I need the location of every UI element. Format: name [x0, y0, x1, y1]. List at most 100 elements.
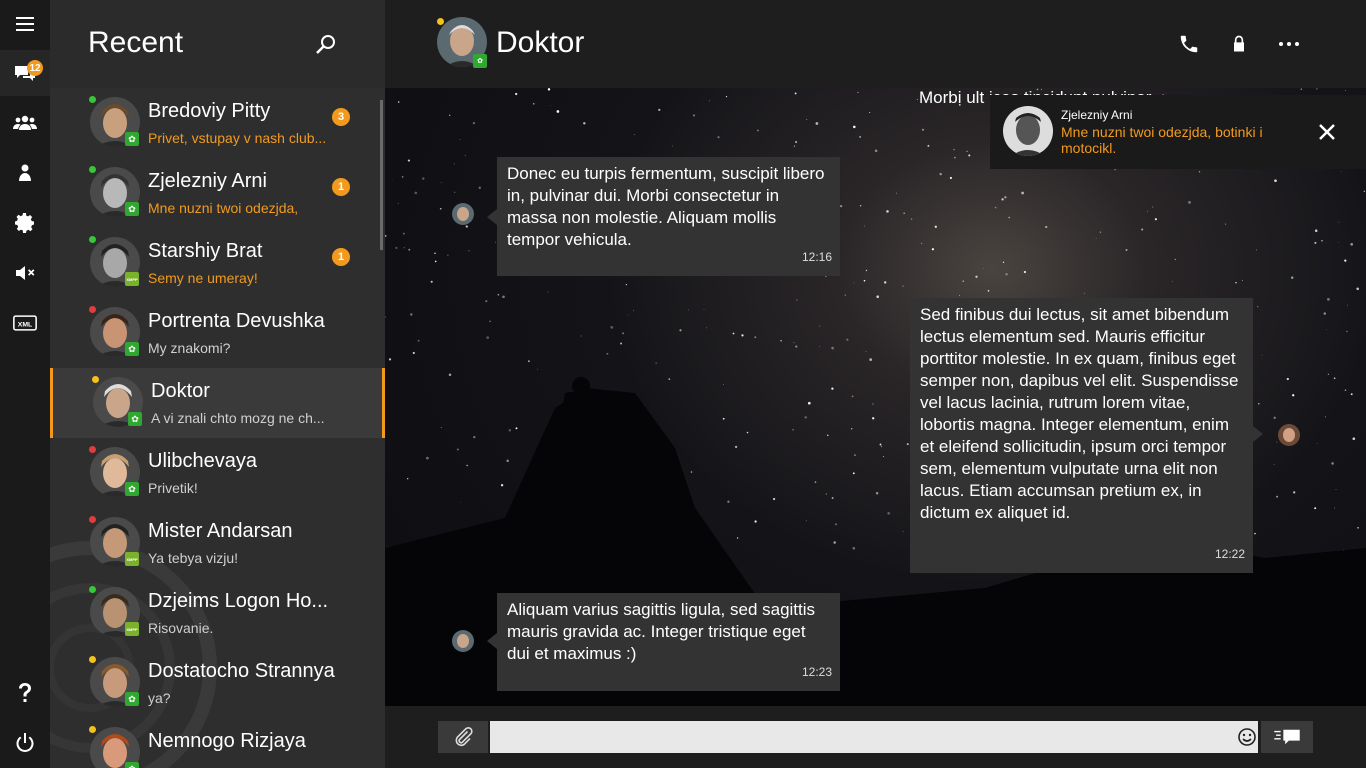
presence-status-dot — [89, 726, 96, 733]
hamburger-menu-button[interactable] — [0, 1, 50, 47]
presence-status-dot — [89, 166, 96, 173]
last-message-preview: Semy ne umeray! — [148, 270, 258, 286]
contact-row[interactable]: ✿ Bredoviy Pitty Privet, vstupay v nash cl… — [50, 88, 385, 158]
icq-flower-icon: ✿ — [125, 692, 139, 706]
send-button[interactable] — [1261, 721, 1313, 753]
message-bubble-outgoing[interactable]: Sed finibus dui lectus, sit amet bibendu… — [910, 298, 1263, 573]
message-time: 12:22 — [1214, 547, 1245, 561]
last-message-preview: Privet, vstupay v nash club... — [148, 130, 327, 146]
icq-flower-icon: ✿ — [473, 54, 487, 68]
message-time: 12:23 — [801, 665, 832, 679]
more-options-button[interactable] — [1275, 30, 1303, 58]
emoji-icon[interactable] — [1237, 727, 1257, 747]
svg-text:XML: XML — [18, 321, 32, 328]
icq-flower-icon: ✿ — [125, 482, 139, 496]
close-icon[interactable] — [1316, 121, 1338, 143]
presence-status-dot — [89, 96, 96, 103]
message-bubble-incoming[interactable]: Donec eu turpis fermentum, suscipit libe… — [487, 157, 840, 276]
chat-panel: Morbi ult ices tincidunt pulvinar. ✿ Dok… — [385, 0, 1366, 768]
chats-nav-button[interactable]: 12 — [0, 50, 50, 96]
contact-row[interactable]: ✿ Nemnogo Rizjaya — [50, 718, 385, 768]
icq-flower-icon: ✿ — [125, 132, 139, 146]
message-text: Sed finibus dui lectus, sit amet bibendu… — [920, 305, 1239, 522]
my-avatar — [1278, 424, 1300, 446]
settings-nav-button[interactable] — [0, 200, 50, 246]
presence-status-dot — [89, 586, 96, 593]
contact-row[interactable]: XMPP Starshiy Brat Semy ne umeray! 1 — [50, 228, 385, 298]
presence-status-dot — [89, 446, 96, 453]
presence-status-dot — [89, 516, 96, 523]
question-mark-icon — [19, 683, 31, 702]
last-message-preview: Risovanie. — [148, 620, 214, 636]
icq-flower-icon: ✿ — [125, 202, 139, 216]
presence-status-dot — [92, 376, 99, 383]
message-sender-avatar — [452, 630, 474, 652]
power-icon — [16, 733, 34, 753]
groups-nav-button[interactable] — [0, 100, 50, 146]
last-message-preview: A vi znali chto mozg ne ch... — [151, 410, 325, 426]
contact-row[interactable]: ✿ Doktor A vi znali chto mozg ne ch... — [50, 368, 385, 438]
presence-status-dot — [89, 656, 96, 663]
send-message-icon — [1274, 729, 1300, 745]
xmpp-network-icon: XMPP — [125, 272, 139, 286]
last-message-preview: My znakomi? — [148, 340, 231, 356]
last-message-preview: ya? — [148, 690, 171, 706]
last-message-preview: Privetik! — [148, 480, 198, 496]
contact-name: Bredoviy Pitty — [148, 100, 271, 122]
nav-rail: 12 XML — [0, 0, 50, 768]
message-bubble-incoming[interactable]: Aliquam varius sagittis ligula, sed sagi… — [487, 593, 840, 691]
message-text: Donec eu turpis fermentum, suscipit libe… — [507, 164, 825, 249]
xmpp-network-icon: XMPP — [125, 552, 139, 566]
notification-avatar — [1003, 106, 1053, 156]
contact-row[interactable]: ✿ Zjelezniy Arni Mne nuzni twoi odezjda, 1 — [50, 158, 385, 228]
unread-count-badge: 3 — [332, 108, 350, 126]
contact-row[interactable]: ✿ Ulibchevaya Privetik! — [50, 438, 385, 508]
notification-sender: Zjelezniy Arni — [1061, 108, 1133, 122]
xml-icon: XML — [13, 315, 37, 331]
message-input[interactable] — [490, 721, 1258, 753]
list-header: Recent — [50, 0, 385, 88]
contact-list-scrollbar[interactable] — [380, 100, 383, 250]
contact-name: Doktor — [151, 380, 210, 402]
speaker-mute-icon — [16, 266, 35, 280]
contact-row[interactable]: ✿ Dostatocho Strannya ya? — [50, 648, 385, 718]
contact-name: Starshiy Brat — [148, 240, 263, 262]
ellipsis-icon — [1279, 42, 1299, 46]
phone-icon — [1180, 35, 1198, 53]
contact-name: Ulibchevaya — [148, 450, 257, 472]
search-icon[interactable] — [314, 33, 338, 57]
contact-name: Mister Andarsan — [148, 520, 293, 542]
last-message-preview: Mne nuzni twoi odezjda, — [148, 200, 299, 216]
help-nav-button[interactable] — [0, 670, 50, 716]
contact-name: Zjelezniy Arni — [148, 170, 267, 192]
message-notification-toast[interactable]: Zjelezniy Arni Mne nuzni twoi odezjda, b… — [990, 95, 1366, 169]
message-composer — [385, 706, 1366, 768]
last-message-preview: Ya tebya vizju! — [148, 550, 239, 566]
unread-count-badge: 1 — [332, 178, 350, 196]
paperclip-icon — [455, 726, 473, 747]
contact-name: Portrenta Devushka — [148, 310, 325, 332]
attach-button[interactable] — [438, 721, 488, 753]
unread-count-badge: 1 — [332, 248, 350, 266]
message-time: 12:16 — [801, 250, 832, 264]
contact-row[interactable]: XMPP Dzjeims Logon Ho... Risovanie. — [50, 578, 385, 648]
contact-name: Dzjeims Logon Ho... — [148, 590, 329, 612]
contact-name: Dostatocho Strannya — [148, 660, 335, 682]
xmpp-network-icon: XMPP — [125, 622, 139, 636]
mute-nav-button[interactable] — [0, 250, 50, 296]
presence-status-dot — [89, 236, 96, 243]
power-nav-button[interactable] — [0, 720, 50, 766]
contact-row[interactable]: ✿ Portrenta Devushka My znakomi? — [50, 298, 385, 368]
message-text: Aliquam varius sagittis ligula, sed sagi… — [507, 600, 816, 663]
contact-row[interactable]: XMPP Mister Andarsan Ya tebya vizju! — [50, 508, 385, 578]
notification-text: Mne nuzni twoi odezjda, botinki i motoci… — [1061, 124, 1263, 156]
lock-icon — [1234, 35, 1244, 52]
xml-console-nav-button[interactable]: XML — [0, 300, 50, 346]
person-icon — [19, 164, 31, 181]
list-title: Recent — [88, 26, 184, 59]
encryption-button[interactable] — [1225, 30, 1253, 58]
icq-flower-icon: ✿ — [128, 412, 142, 426]
profile-nav-button[interactable] — [0, 150, 50, 196]
unread-total-badge: 12 — [27, 60, 43, 76]
call-button[interactable] — [1175, 30, 1203, 58]
